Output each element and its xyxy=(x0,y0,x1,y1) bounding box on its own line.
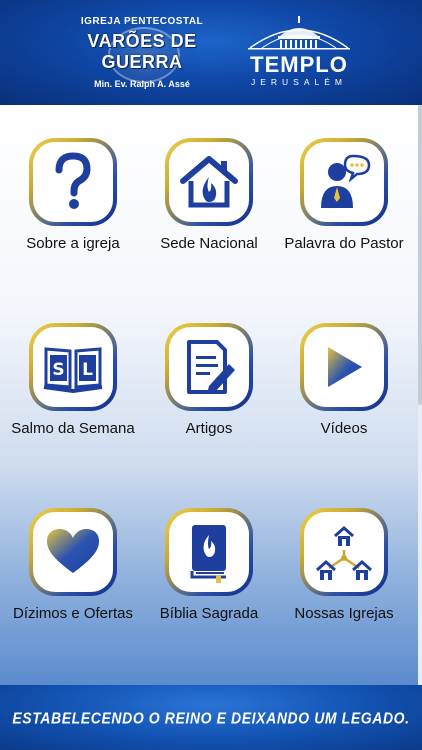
scrollbar[interactable] xyxy=(418,105,422,685)
menu-item-label: Artigos xyxy=(185,420,233,437)
logo-right-title: TEMPLO xyxy=(250,52,348,77)
menu-item-biblia-sagrada[interactable]: Bíblia Sagrada xyxy=(144,508,274,623)
question-icon xyxy=(55,152,91,209)
icon-frame xyxy=(29,508,117,596)
menu-item-label: Dízimos e Ofertas xyxy=(12,605,134,622)
templo-jerusalem-logo: TEMPLO JERUSALÉM xyxy=(240,14,358,94)
app-header: IGREJA PENTECOSTAL VARÕES DE GUERRA Min.… xyxy=(0,0,422,105)
menu-item-sede-nacional[interactable]: Sede Nacional xyxy=(144,138,274,253)
icon-frame xyxy=(165,138,253,226)
svg-text:S: S xyxy=(52,360,64,380)
varoes-de-guerra-logo: IGREJA PENTECOSTAL VARÕES DE GUERRA Min.… xyxy=(64,16,220,92)
open-book-sl-icon: S L xyxy=(43,347,103,393)
house-flame-icon xyxy=(180,156,238,208)
logo-left-main-text: VARÕES DE GUERRA xyxy=(87,31,197,72)
menu-item-sobre-a-igreja[interactable]: Sobre a igreja xyxy=(8,138,138,253)
scrollbar-thumb[interactable] xyxy=(418,105,422,405)
menu-grid: Sobre a igreja Sede Nacional Palavra do … xyxy=(0,105,418,685)
menu-item-label: Sede Nacional xyxy=(160,235,258,252)
menu-item-label: Sobre a igreja xyxy=(26,235,120,252)
document-pen-icon xyxy=(187,340,235,394)
logo-left-top-text: IGREJA PENTECOSTAL xyxy=(80,16,204,27)
menu-item-label: Nossas Igrejas xyxy=(294,605,394,622)
icon-frame xyxy=(300,508,388,596)
icon-frame xyxy=(165,508,253,596)
menu-item-dizimos-e-ofertas[interactable]: Dízimos e Ofertas xyxy=(8,508,138,623)
footer-slogan: ESTABELECENDO O REINO E DEIXANDO UM LEGA… xyxy=(12,708,410,727)
icon-frame xyxy=(29,138,117,226)
play-icon xyxy=(328,347,362,387)
menu-item-label: Vídeos xyxy=(320,420,368,437)
church-network-icon xyxy=(316,525,372,580)
menu-item-label: Salmo da Semana xyxy=(11,420,135,437)
svg-text:L: L xyxy=(82,360,93,380)
menu-item-salmo-da-semana[interactable]: S L Salmo da Semana xyxy=(8,323,138,438)
menu-item-videos[interactable]: Vídeos xyxy=(279,323,409,438)
menu-item-artigos[interactable]: Artigos xyxy=(144,323,274,438)
logo-left-sub-text: Min. Ev. Ralph A. Assé xyxy=(94,79,190,89)
icon-frame xyxy=(300,138,388,226)
menu-item-label: Bíblia Sagrada xyxy=(159,605,259,622)
bible-icon xyxy=(190,525,226,583)
menu-item-nossas-igrejas[interactable]: Nossas Igrejas xyxy=(279,508,409,623)
temple-dome-icon xyxy=(248,16,350,50)
menu-item-palavra-do-pastor[interactable]: Palavra do Pastor xyxy=(279,138,409,253)
icon-frame: S L xyxy=(29,323,117,411)
icon-frame xyxy=(300,323,388,411)
footer-banner: ESTABELECENDO O REINO E DEIXANDO UM LEGA… xyxy=(0,685,422,750)
heart-icon xyxy=(47,529,99,573)
icon-frame xyxy=(165,323,253,411)
menu-item-label: Palavra do Pastor xyxy=(284,235,404,252)
pastor-speech-icon xyxy=(321,154,371,208)
logo-right-subtitle: JERUSALÉM xyxy=(250,77,347,87)
